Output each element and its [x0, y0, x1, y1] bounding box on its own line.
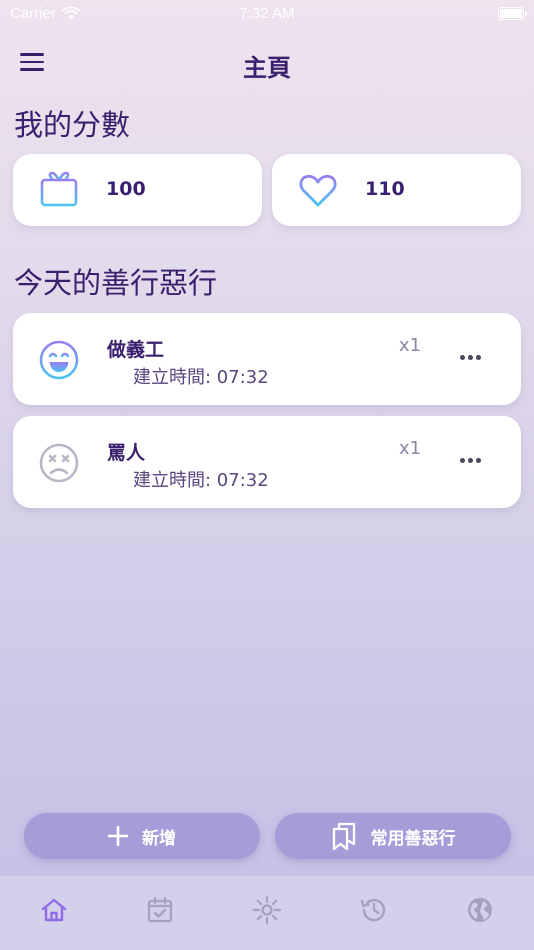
more-options-button[interactable] [455, 347, 485, 367]
plus-icon [108, 826, 128, 846]
favorites-button[interactable]: 常用善惡行 [275, 813, 511, 859]
heart-score-value: 110 [365, 178, 405, 200]
dot [467, 457, 473, 463]
nav-bar: 主頁 [0, 40, 534, 84]
heart-icon [299, 174, 337, 207]
tab-globe[interactable] [465, 895, 495, 925]
deed-count: x1 [399, 335, 422, 356]
status-time: 7:32 AM [239, 5, 295, 22]
score-section-title: 我的分數 [14, 108, 131, 142]
tab-history[interactable] [359, 895, 389, 925]
status-bar: Carrier 7:32 AM [0, 0, 534, 28]
dot [475, 354, 481, 360]
dizzy-face-icon [39, 443, 79, 483]
tab-calendar[interactable] [145, 895, 175, 925]
deeds-section-title: 今天的善行惡行 [14, 266, 218, 300]
dot [467, 354, 473, 360]
smile-icon [39, 340, 79, 380]
home-icon [41, 898, 67, 922]
battery-icon [498, 7, 527, 20]
deed-card-bad[interactable]: 罵人 建立時間: 07:32 x1 [13, 416, 521, 508]
page-title: 主頁 [243, 54, 291, 82]
dot [475, 457, 481, 463]
deed-count: x1 [399, 438, 422, 459]
globe-icon [468, 898, 492, 922]
gift-score-value: 100 [106, 178, 146, 200]
dot [459, 354, 465, 360]
deed-card-good[interactable]: 做義工 建立時間: 07:32 x1 [13, 313, 521, 405]
add-button[interactable]: 新增 [24, 813, 260, 859]
deed-created-time: 建立時間: 07:32 [133, 367, 269, 388]
tab-bar [0, 875, 534, 950]
bookmarks-icon [332, 822, 355, 851]
deed-name: 罵人 [107, 442, 146, 464]
deed-created-time: 建立時間: 07:32 [133, 470, 269, 491]
tab-home[interactable] [39, 895, 69, 925]
calendar-check-icon [147, 896, 173, 923]
history-icon [360, 898, 386, 922]
favorites-button-label: 常用善惡行 [370, 828, 456, 849]
more-options-button[interactable] [455, 450, 485, 470]
sun-icon [252, 895, 282, 925]
gift-score-card: 100 [13, 154, 262, 226]
gift-icon [40, 171, 78, 207]
tab-sun[interactable] [252, 895, 282, 925]
add-button-label: 新增 [142, 828, 176, 849]
deed-name: 做義工 [107, 339, 165, 361]
dot [459, 457, 465, 463]
heart-score-card: 110 [272, 154, 521, 226]
